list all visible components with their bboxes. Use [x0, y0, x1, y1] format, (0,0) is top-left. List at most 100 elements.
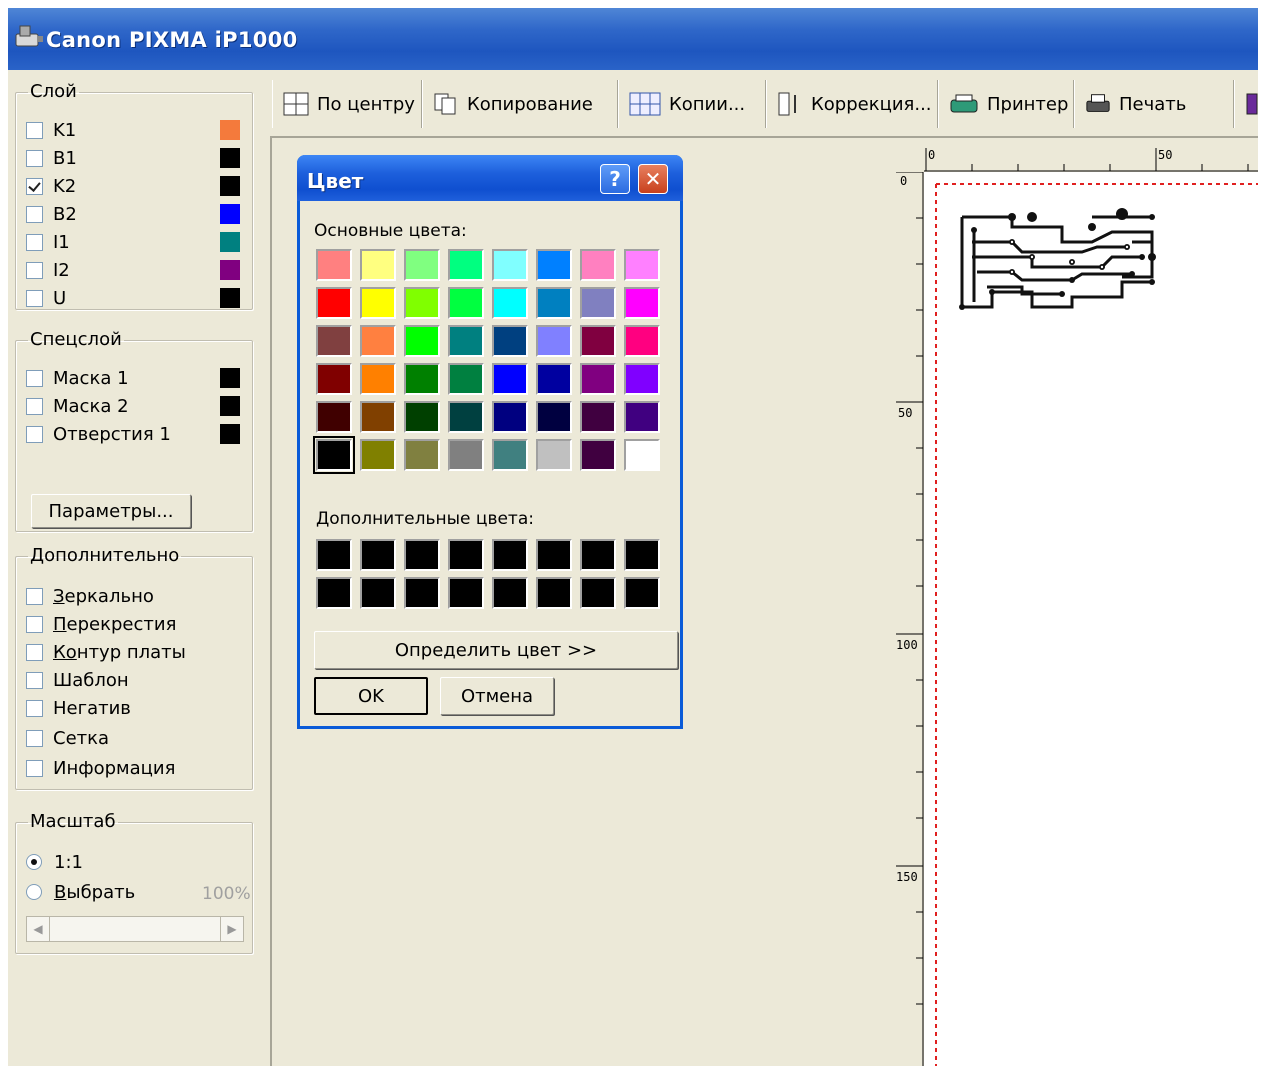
layer-k1-color-swatch[interactable]	[220, 120, 240, 140]
basic-color-swatch[interactable]	[580, 249, 616, 281]
basic-color-swatch[interactable]	[580, 363, 616, 395]
extra-option-1-row[interactable]: Зеркально	[26, 584, 154, 608]
parameters-button[interactable]: Параметры...	[31, 494, 191, 528]
copies-button[interactable]: Копии...	[618, 80, 766, 128]
custom-color-swatch[interactable]	[624, 577, 660, 609]
basic-color-swatch[interactable]	[624, 363, 660, 395]
basic-color-swatch[interactable]	[316, 363, 352, 395]
custom-color-swatch[interactable]	[316, 539, 352, 571]
extra-option-5-row[interactable]: Негатив	[26, 696, 131, 720]
basic-color-swatch[interactable]	[316, 325, 352, 357]
layer-u-checkbox[interactable]	[26, 289, 43, 307]
cancel-button[interactable]: Отмена	[440, 677, 554, 715]
custom-color-swatch[interactable]	[360, 577, 396, 609]
layer-i2-row[interactable]: I2	[26, 258, 70, 282]
layer-b2-row[interactable]: B2	[26, 202, 77, 226]
basic-color-swatch[interactable]	[624, 439, 660, 471]
custom-color-swatch[interactable]	[536, 577, 572, 609]
help-button[interactable]: ?	[600, 164, 630, 194]
basic-color-swatch[interactable]	[536, 439, 572, 471]
basic-color-swatch[interactable]	[448, 401, 484, 433]
basic-color-swatch[interactable]	[536, 287, 572, 319]
basic-color-swatch[interactable]	[492, 287, 528, 319]
extra-option-4-row[interactable]: Шаблон	[26, 668, 129, 692]
layer-u-row[interactable]: U	[26, 286, 66, 310]
layer-k1-checkbox[interactable]	[26, 121, 43, 139]
extra-option-3-row[interactable]: Контур платы	[26, 640, 186, 664]
basic-color-swatch[interactable]	[492, 401, 528, 433]
basic-color-swatch[interactable]	[448, 249, 484, 281]
basic-color-swatch[interactable]	[448, 325, 484, 357]
extra-option-6-row[interactable]: Сетка	[26, 726, 109, 750]
extra-option-3-checkbox[interactable]	[26, 643, 43, 661]
basic-color-swatch[interactable]	[492, 249, 528, 281]
custom-color-swatch[interactable]	[536, 539, 572, 571]
custom-color-swatch[interactable]	[404, 577, 440, 609]
basic-color-swatch[interactable]	[360, 249, 396, 281]
center-button[interactable]: По центру	[272, 80, 422, 128]
special-layer-2-color-swatch[interactable]	[220, 396, 240, 416]
basic-color-swatch[interactable]	[313, 436, 355, 474]
extra-option-6-checkbox[interactable]	[26, 729, 43, 747]
basic-color-swatch[interactable]	[316, 287, 352, 319]
copy-button[interactable]: Копирование	[422, 80, 618, 128]
basic-color-swatch[interactable]	[404, 363, 440, 395]
special-layer-1-checkbox[interactable]	[26, 369, 43, 387]
layer-b2-checkbox[interactable]	[26, 205, 43, 223]
basic-color-swatch[interactable]	[492, 363, 528, 395]
print-button[interactable]: Печать	[1074, 80, 1234, 128]
extra-option-5-checkbox[interactable]	[26, 699, 43, 717]
extra-option-2-row[interactable]: Перекрестия	[26, 612, 176, 636]
scale-option-1to1[interactable]: 1:1	[26, 850, 83, 874]
custom-color-swatch[interactable]	[404, 539, 440, 571]
custom-color-swatch[interactable]	[492, 539, 528, 571]
scroll-right-icon[interactable]: ▶	[220, 917, 243, 941]
layer-k1-row[interactable]: K1	[26, 118, 76, 142]
basic-color-swatch[interactable]	[624, 287, 660, 319]
printer-button[interactable]: Принтер	[938, 80, 1074, 128]
custom-color-swatch[interactable]	[448, 539, 484, 571]
title-bar[interactable]: Canon PIXMA iP1000	[8, 8, 1258, 70]
custom-color-swatch[interactable]	[580, 577, 616, 609]
layer-b1-color-swatch[interactable]	[220, 148, 240, 168]
basic-color-swatch[interactable]	[360, 325, 396, 357]
layer-i1-checkbox[interactable]	[26, 233, 43, 251]
basic-color-swatch[interactable]	[492, 439, 528, 471]
layer-k2-checkbox[interactable]	[26, 177, 43, 195]
basic-color-swatch[interactable]	[536, 249, 572, 281]
correction-button[interactable]: Коррекция...	[766, 80, 938, 128]
special-layer-1-color-swatch[interactable]	[220, 368, 240, 388]
basic-color-swatch[interactable]	[316, 401, 352, 433]
basic-color-swatch[interactable]	[624, 325, 660, 357]
extra-option-7-checkbox[interactable]	[26, 759, 43, 777]
extra-option-2-checkbox[interactable]	[26, 615, 43, 633]
special-layer-3-checkbox[interactable]	[26, 425, 43, 443]
basic-color-swatch[interactable]	[316, 249, 352, 281]
scroll-left-icon[interactable]: ◀	[27, 917, 50, 941]
color-dialog-title-bar[interactable]: Цвет ? ✕	[297, 155, 683, 201]
basic-color-swatch[interactable]	[580, 401, 616, 433]
print-preview-sheet[interactable]	[924, 172, 1258, 1066]
ok-button[interactable]: OK	[314, 677, 428, 715]
basic-color-swatch[interactable]	[404, 325, 440, 357]
extra-option-7-row[interactable]: Информация	[26, 756, 175, 780]
layer-i2-checkbox[interactable]	[26, 261, 43, 279]
close-button[interactable]: ✕	[638, 164, 668, 194]
custom-color-swatch[interactable]	[580, 539, 616, 571]
basic-color-swatch[interactable]	[404, 401, 440, 433]
layer-b2-color-swatch[interactable]	[220, 204, 240, 224]
layer-k2-row[interactable]: K2	[26, 174, 76, 198]
special-layer-1-row[interactable]: Маска 1	[26, 366, 129, 390]
extra-option-4-checkbox[interactable]	[26, 671, 43, 689]
basic-color-swatch[interactable]	[580, 287, 616, 319]
basic-color-swatch[interactable]	[624, 401, 660, 433]
layer-i1-row[interactable]: I1	[26, 230, 70, 254]
basic-color-swatch[interactable]	[404, 439, 440, 471]
basic-color-swatch[interactable]	[624, 249, 660, 281]
toolbar-overflow-button[interactable]	[1234, 80, 1258, 128]
scale-1to1-radio[interactable]	[26, 854, 42, 870]
basic-color-swatch[interactable]	[404, 249, 440, 281]
basic-color-swatch[interactable]	[536, 325, 572, 357]
basic-color-swatch[interactable]	[580, 325, 616, 357]
basic-color-swatch[interactable]	[360, 363, 396, 395]
